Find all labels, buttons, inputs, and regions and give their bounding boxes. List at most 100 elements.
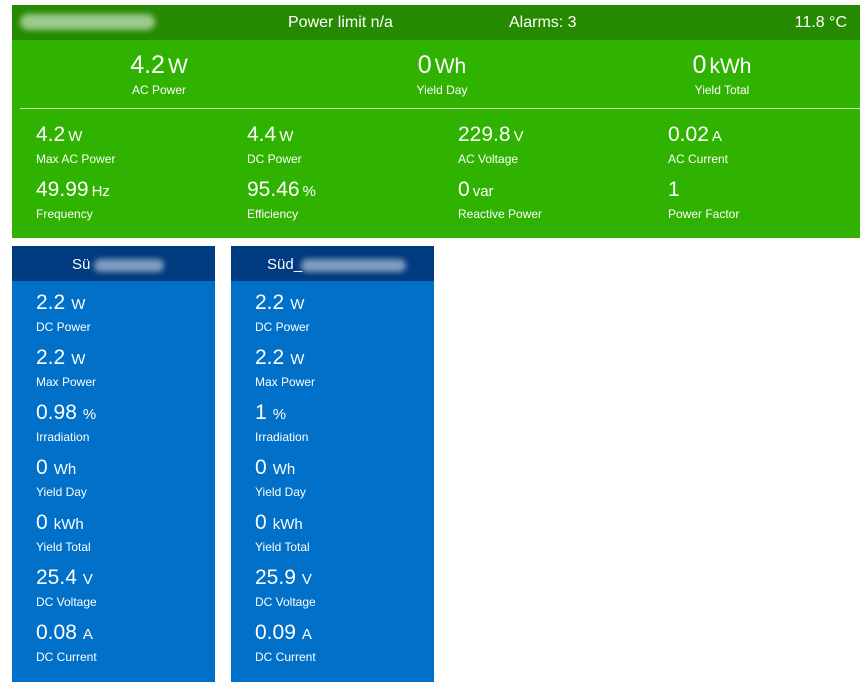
- metric-label: Power Factor: [668, 207, 740, 221]
- metric-unit: W: [71, 296, 86, 313]
- power-limit-text: Power limit n/a: [288, 14, 393, 31]
- metric-label: Frequency: [36, 207, 93, 221]
- metric-value: 25.4: [36, 566, 77, 589]
- metric-yield-day: 0 Wh Yield Day: [255, 456, 306, 499]
- inverter-card: Power limit n/a Alarms: 3 11.8 °C 4.2 W A…: [12, 5, 860, 238]
- metric-label: DC Power: [255, 320, 310, 334]
- metric-yield-day: 0 Wh Yield Day: [332, 51, 552, 97]
- metric-unit: W: [279, 128, 294, 145]
- metric-value: 0: [692, 51, 707, 79]
- metric-irradiation: 1% Irradiation: [255, 401, 308, 444]
- metric-unit: %: [302, 183, 316, 200]
- metric-value: 0: [417, 51, 432, 79]
- metric-unit: Wh: [53, 461, 77, 478]
- metric-value: 1: [255, 401, 267, 424]
- metric-label: DC Power: [247, 152, 302, 166]
- metric-unit: V: [82, 571, 93, 588]
- metric-value: 25.9: [255, 566, 296, 589]
- metric-unit: W: [71, 351, 86, 368]
- metric-value: 2.2: [255, 291, 285, 314]
- metric-value: 0: [36, 456, 48, 479]
- metric-value: 2.2: [36, 346, 66, 369]
- metric-label: Yield Total: [255, 540, 310, 554]
- metric-value: 0.98: [36, 401, 77, 424]
- inverter-header[interactable]: Power limit n/a Alarms: 3 11.8 °C: [12, 5, 860, 40]
- metric-dc-power: 2.2 W DC Power: [255, 291, 310, 334]
- metric-unit: kWh: [53, 516, 84, 533]
- metric-value: 0: [255, 511, 267, 534]
- divider: [20, 108, 860, 109]
- metric-unit: Wh: [434, 55, 467, 78]
- metric-value: 0: [458, 178, 470, 201]
- metric-value: 2.2: [255, 346, 285, 369]
- metric-label: Reactive Power: [458, 207, 543, 221]
- metric-value: 0: [36, 511, 48, 534]
- string-name-redacted: [301, 259, 406, 272]
- metric-reactive-power: 0 var Reactive Power: [458, 178, 542, 221]
- metric-dc-voltage: 25.9 V DC Voltage: [255, 566, 316, 609]
- metric-label: AC Current: [668, 152, 729, 166]
- metric-unit: W: [290, 296, 305, 313]
- metric-label: AC Power: [131, 83, 187, 97]
- string-name-redacted: [94, 259, 164, 272]
- metric-value: 2.2: [36, 291, 66, 314]
- metric-value: 1: [668, 178, 680, 201]
- string-title: Sü: [72, 256, 91, 273]
- inverter-temperature: 11.8 °C: [794, 14, 847, 31]
- metric-label: Irradiation: [255, 430, 309, 444]
- metric-label: DC Current: [36, 650, 97, 664]
- metric-value: 0.09: [255, 621, 296, 644]
- string-title: Süd_: [267, 256, 303, 273]
- metric-unit: A: [301, 626, 312, 643]
- metric-max-power: 2.2 W Max Power: [255, 346, 315, 389]
- metric-efficiency: 95.46% Efficiency: [247, 178, 316, 221]
- string-card-2: Süd_ 2.2 W DC Power 2.2 W Max Power 1% Irr…: [231, 246, 434, 682]
- metric-dc-current: 0.09 A DC Current: [255, 621, 316, 664]
- metric-dc-current: 0.08 A DC Current: [36, 621, 97, 664]
- metric-unit: Wh: [272, 461, 296, 478]
- metric-power-factor: 1 Power Factor: [668, 178, 739, 221]
- metric-yield-day: 0 Wh Yield Day: [36, 456, 87, 499]
- metric-label: Irradiation: [36, 430, 90, 444]
- metric-label: DC Voltage: [36, 595, 97, 609]
- metric-max-power: 2.2 W Max Power: [36, 346, 96, 389]
- metric-unit: %: [272, 406, 287, 423]
- metric-dc-power: 2.2 W DC Power: [36, 291, 91, 334]
- metric-value: 229.8: [458, 123, 511, 146]
- metric-value: 49.99: [36, 178, 89, 201]
- string-card-1: Sü 2.2 W DC Power 2.2 W Max Power 0.98% Ir…: [12, 246, 215, 682]
- metric-unit: W: [167, 55, 188, 78]
- metric-yield-total: 0 kWh Yield Total: [255, 511, 310, 554]
- metric-label: Yield Day: [255, 485, 306, 499]
- metric-value: 4.2: [36, 123, 66, 146]
- metric-max-ac-power: 4.2 W Max AC Power: [36, 123, 115, 166]
- metric-unit: W: [290, 351, 305, 368]
- metric-yield-total: 0 kWh Yield Total: [612, 51, 832, 97]
- metric-ac-voltage: 229.8 V AC Voltage: [458, 123, 524, 166]
- metric-value: 0.02: [668, 123, 709, 146]
- alarms-count[interactable]: Alarms: 3: [509, 14, 577, 32]
- metric-ac-current: 0.02 A AC Current: [668, 123, 728, 166]
- metric-label: DC Voltage: [255, 595, 316, 609]
- metric-unit: V: [301, 571, 312, 588]
- metric-label: Max Power: [36, 375, 97, 389]
- metric-unit: %: [82, 406, 97, 423]
- metric-label: AC Voltage: [458, 152, 519, 166]
- metric-label: DC Power: [36, 320, 91, 334]
- metric-unit: var: [472, 183, 494, 200]
- metric-label: DC Current: [255, 650, 316, 664]
- metric-label: Efficiency: [247, 207, 299, 221]
- metric-unit: kWh: [709, 55, 752, 78]
- metric-unit: Hz: [91, 183, 110, 200]
- metric-unit: kWh: [272, 516, 303, 533]
- metric-unit: W: [68, 128, 83, 145]
- metric-label: Max Power: [255, 375, 316, 389]
- metric-value: 4.2: [130, 51, 165, 79]
- metric-unit: A: [711, 128, 722, 145]
- metric-yield-total: 0 kWh Yield Total: [36, 511, 91, 554]
- metric-value: 4.4: [247, 123, 277, 146]
- metric-unit: V: [513, 128, 524, 145]
- inverter-name-redacted: [20, 14, 155, 30]
- metric-value: 0.08: [36, 621, 77, 644]
- metric-dc-power: 4.4 W DC Power: [247, 123, 302, 166]
